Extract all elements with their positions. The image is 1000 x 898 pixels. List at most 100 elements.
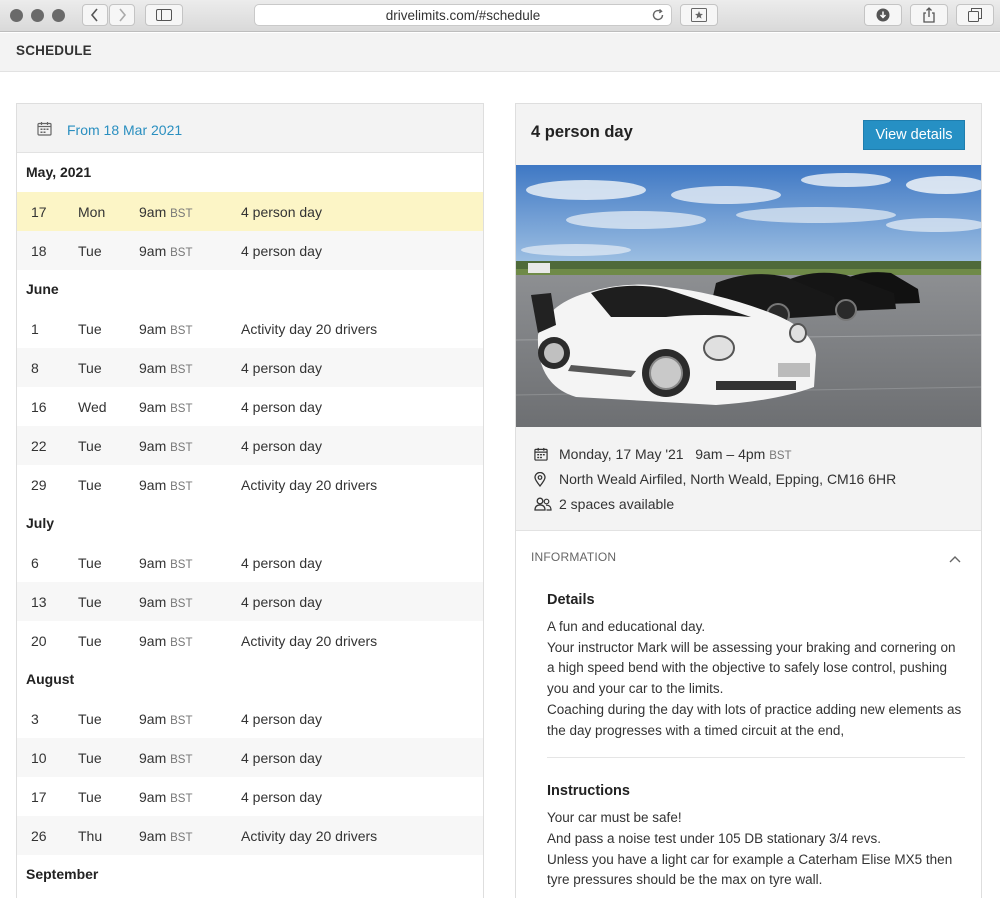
row-time-value: 9am bbox=[139, 828, 167, 844]
schedule-row[interactable]: 22 Tue 9am BST 4 person day bbox=[17, 426, 483, 465]
back-icon bbox=[90, 8, 98, 22]
information-toggle[interactable]: INFORMATION bbox=[516, 531, 981, 583]
row-timezone: BST bbox=[170, 637, 193, 649]
instructions-line: Unless you have a light car for example … bbox=[547, 851, 953, 888]
view-details-button[interactable]: View details bbox=[863, 120, 965, 150]
month-header: August bbox=[17, 660, 483, 699]
from-date-link[interactable]: From 18 Mar 2021 bbox=[67, 122, 182, 138]
details-line: Coaching during the day with lots of pra… bbox=[547, 701, 962, 738]
row-time-value: 9am bbox=[139, 594, 167, 610]
row-weekday: Tue bbox=[78, 750, 102, 766]
row-time: 9am BST bbox=[139, 399, 193, 415]
event-photo bbox=[516, 165, 981, 427]
schedule-row[interactable]: 17 Mon 9am BST 4 person day bbox=[17, 192, 483, 231]
row-day: 16 bbox=[31, 399, 47, 415]
row-time: 9am BST bbox=[139, 555, 193, 571]
row-event-name: 4 person day bbox=[241, 438, 322, 454]
row-weekday: Tue bbox=[78, 711, 102, 727]
schedule-panel: From 18 Mar 2021 May, 2021 17 Mon 9am BST 4 … bbox=[16, 103, 484, 898]
schedule-row[interactable]: 10 Tue 9am BST 4 person day bbox=[17, 738, 483, 777]
row-timezone: BST bbox=[170, 208, 193, 220]
people-icon bbox=[534, 497, 556, 511]
zoom-window-button[interactable] bbox=[52, 9, 65, 22]
bookmark-button[interactable] bbox=[680, 4, 718, 26]
event-location-text: North Weald Airfiled, North Weald, Eppin… bbox=[559, 471, 897, 487]
details-line: A fun and educational day. bbox=[547, 619, 706, 634]
page-title: SCHEDULE bbox=[16, 43, 92, 58]
row-weekday: Tue bbox=[78, 477, 102, 493]
tabs-overview-button[interactable] bbox=[956, 4, 994, 26]
row-time-value: 9am bbox=[139, 438, 167, 454]
row-timezone: BST bbox=[170, 598, 193, 610]
schedule-row[interactable]: 26 Thu 9am BST Activity day 20 drivers bbox=[17, 816, 483, 855]
section-divider bbox=[547, 757, 965, 759]
month-header: May, 2021 bbox=[17, 153, 483, 192]
row-event-name: 4 person day bbox=[241, 243, 322, 259]
row-timezone: BST bbox=[170, 715, 193, 727]
calendar-icon[interactable] bbox=[37, 121, 52, 139]
row-day: 22 bbox=[31, 438, 47, 454]
reload-button[interactable] bbox=[651, 8, 665, 25]
event-spaces-text: 2 spaces available bbox=[559, 496, 675, 512]
sidebar-button[interactable] bbox=[145, 4, 183, 26]
row-time: 9am BST bbox=[139, 321, 193, 337]
close-window-button[interactable] bbox=[10, 9, 23, 22]
schedule-row[interactable]: 18 Tue 9am BST 4 person day bbox=[17, 231, 483, 270]
row-event-name: 4 person day bbox=[241, 711, 322, 727]
row-day: 3 bbox=[31, 711, 39, 727]
schedule-row[interactable]: 3 Tue 9am BST 4 person day bbox=[17, 699, 483, 738]
row-event-name: Activity day 20 drivers bbox=[241, 633, 378, 649]
event-meta: Monday, 17 May '21 9am – 4pm BST North W… bbox=[516, 427, 981, 531]
row-time-value: 9am bbox=[139, 360, 167, 376]
schedule-row[interactable]: 13 Tue 9am BST 4 person day bbox=[17, 582, 483, 621]
schedule-row[interactable]: 1 Tue 9am BST Activity day 20 drivers bbox=[17, 309, 483, 348]
row-timezone: BST bbox=[170, 481, 193, 493]
row-weekday: Tue bbox=[78, 633, 102, 649]
sidebar-icon bbox=[156, 9, 172, 21]
row-day: 1 bbox=[31, 321, 39, 337]
reload-icon bbox=[652, 8, 664, 21]
schedule-list: May, 2021 17 Mon 9am BST 4 person day 18 Tue 9a… bbox=[17, 153, 483, 894]
row-day: 20 bbox=[31, 633, 47, 649]
row-weekday: Tue bbox=[78, 360, 102, 376]
row-time: 9am BST bbox=[139, 243, 193, 259]
event-datetime: Monday, 17 May '21 9am – 4pm BST bbox=[534, 446, 792, 462]
schedule-row[interactable]: 20 Tue 9am BST Activity day 20 drivers bbox=[17, 621, 483, 660]
download-icon bbox=[876, 8, 890, 22]
row-timezone: BST bbox=[170, 247, 193, 259]
row-time: 9am BST bbox=[139, 477, 193, 493]
row-timezone: BST bbox=[170, 442, 193, 454]
minimize-window-button[interactable] bbox=[31, 9, 44, 22]
back-button[interactable] bbox=[82, 4, 108, 26]
row-weekday: Mon bbox=[78, 204, 106, 220]
chevron-up-icon[interactable] bbox=[949, 550, 961, 566]
row-time-value: 9am bbox=[139, 204, 167, 220]
share-button[interactable] bbox=[910, 4, 948, 26]
row-timezone: BST bbox=[170, 559, 193, 571]
url-text: drivelimits.com/#schedule bbox=[385, 7, 541, 23]
row-time-value: 9am bbox=[139, 477, 167, 493]
row-timezone: BST bbox=[170, 793, 193, 805]
downloads-button[interactable] bbox=[864, 4, 902, 26]
schedule-row[interactable]: 8 Tue 9am BST 4 person day bbox=[17, 348, 483, 387]
schedule-row[interactable]: 29 Tue 9am BST Activity day 20 drivers bbox=[17, 465, 483, 504]
row-day: 26 bbox=[31, 828, 47, 844]
row-weekday: Tue bbox=[78, 243, 102, 259]
address-bar[interactable]: drivelimits.com/#schedule bbox=[254, 4, 672, 26]
instructions-section: Instructions Your car must be safe! And … bbox=[516, 783, 981, 891]
schedule-row[interactable]: 6 Tue 9am BST 4 person day bbox=[17, 543, 483, 582]
month-header: June bbox=[17, 270, 483, 309]
row-time: 9am BST bbox=[139, 594, 193, 610]
row-time-value: 9am bbox=[139, 711, 167, 727]
row-event-name: Activity day 20 drivers bbox=[241, 477, 378, 493]
schedule-row[interactable]: 16 Wed 9am BST 4 person day bbox=[17, 387, 483, 426]
event-time: 9am – 4pm bbox=[695, 446, 766, 462]
row-event-name: 4 person day bbox=[241, 399, 322, 415]
event-title: 4 person day bbox=[531, 123, 633, 141]
schedule-row[interactable]: 17 Tue 9am BST 4 person day bbox=[17, 777, 483, 816]
row-event-name: Activity day 20 drivers bbox=[241, 828, 378, 844]
forward-button[interactable] bbox=[109, 4, 135, 26]
event-date: Monday, 17 May '21 bbox=[559, 446, 684, 462]
row-time-value: 9am bbox=[139, 321, 167, 337]
row-day: 17 bbox=[31, 204, 47, 220]
